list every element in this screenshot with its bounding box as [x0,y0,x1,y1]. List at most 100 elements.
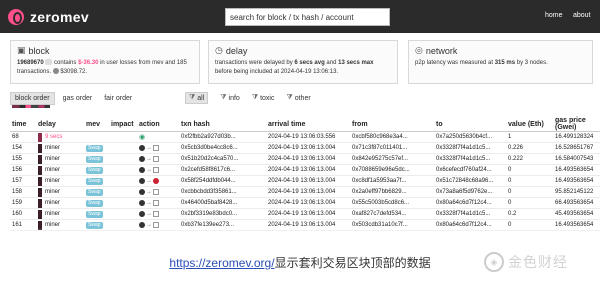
cell-time: 158 [10,186,36,198]
col-txn-hash[interactable]: txn hash [179,117,266,132]
mev-badge[interactable]: Swap [86,144,103,152]
tab-fair-order[interactable]: fair order [100,93,136,104]
cell-to[interactable]: 0x3328f7f4a1d1c5... [434,208,506,220]
col-to[interactable]: to [434,117,506,132]
cell-mev: Swap [84,142,109,154]
token-in-icon [139,189,145,195]
mev-badge[interactable]: Swap [86,199,103,207]
cell-to[interactable]: 0x80a64c6d7f12c4... [434,197,506,209]
col-mev[interactable]: mev [84,117,109,132]
col-value[interactable]: value (Eth) [506,117,553,132]
col-arrival-time[interactable]: arrival time [266,117,350,132]
cell-arrival-time: 2024-04-19 13:06:13.004 [266,175,350,187]
table-row: 159 miner Swap → 0x46400d5baf8428... 2024-04-… [10,197,600,209]
mev-badge[interactable]: Swap [86,155,103,163]
arrow-icon: → [146,178,152,184]
token-out-icon [153,167,159,173]
user-loss-value: $-36.30 [78,60,99,66]
filter-info[interactable]: ⧩ info [220,94,240,102]
cell-from[interactable]: 0xcbf580c968e3a4... [350,131,434,143]
tab-block-order[interactable]: block order [10,92,55,105]
cell-txn-hash[interactable]: 0x51b20d2c4ca570... [179,153,266,165]
nav-home-link[interactable]: home [545,12,563,19]
network-card: ◎ network p2p latency was measured at 31… [408,40,593,84]
table-header-row: time delay mev impact action txn hash ar… [10,117,600,132]
cell-from[interactable]: 0x842e95275c57ef... [350,153,434,165]
logo[interactable]: zeromev [8,8,89,25]
arrow-icon: → [146,156,152,162]
caption-link[interactable]: https://zeromev.org/ [169,256,274,270]
mev-filters: ⧩ all ⧩ info ⧩ toxic ⧩ other [185,92,323,104]
token-out-icon [153,211,159,217]
cell-txn-hash[interactable]: 0xcbbcbdd3f35861... [179,186,266,198]
arrow-icon: → [146,167,152,173]
col-from[interactable]: from [350,117,434,132]
arrow-icon: → [146,145,152,151]
cell-to[interactable]: 0x3328f7f4a1d1c5... [434,153,506,165]
filter-other[interactable]: ⧩ other [286,94,310,102]
col-time[interactable]: time [10,117,36,132]
col-impact[interactable]: impact [109,117,137,132]
cell-action: → [137,175,179,187]
cell-gas-price: 45.493563654 [553,208,600,220]
caption-text: 显示套利交易区块顶部的数据 [274,256,431,270]
col-action[interactable]: action [137,117,179,132]
mev-badge[interactable]: Swap [86,188,103,196]
cell-txn-hash[interactable]: 0xf2fbb2a927d03b... [179,131,266,143]
nav-about-link[interactable]: about [573,12,591,19]
block-number[interactable]: 19689670 [17,60,44,66]
zeromev-logo-icon [8,8,24,25]
cell-from[interactable]: 0x7088659e96e5dc... [350,164,434,176]
table-row: 68 9 secs ◉ 0xf2fbb2a927d03b... 2024-04-19 1… [10,131,600,143]
mev-badge[interactable]: Swap [86,210,103,218]
filter-all[interactable]: ⧩ all [185,92,209,104]
cell-impact [109,186,137,198]
cell-txn-hash[interactable]: 0x46400d5baf8428... [179,197,266,209]
arrow-icon: → [146,200,152,206]
cell-from[interactable]: 0x55c5003b5cd8c6... [350,197,434,209]
cell-from[interactable]: 0xaf827c7defd534... [350,208,434,220]
cell-time: 157 [10,175,36,187]
tab-gas-order[interactable]: gas order [59,93,97,104]
cell-delay: miner [36,153,84,165]
cell-value: 0 [506,186,553,198]
delay-bar [38,143,42,153]
cell-value: 0.226 [506,142,553,154]
watermark-logo-icon: ◈ [484,252,504,272]
transactions-body: 68 9 secs ◉ 0xf2fbb2a927d03b... 2024-04-19 1… [10,131,600,231]
filter-toxic[interactable]: ⧩ toxic [252,94,275,102]
block-delay-strip [12,105,50,108]
cell-txn-hash[interactable]: 0x2cefd58f8617c6... [179,164,266,176]
cell-delay: miner [36,175,84,187]
cell-delay: miner [36,164,84,176]
cell-from[interactable]: 0x71c3f87c011401... [350,142,434,154]
cell-from[interactable]: 0x2a0eff97bb6829... [350,186,434,198]
cell-arrival-time: 2024-04-19 13:06:13.004 [266,186,350,198]
cell-txn-hash[interactable]: 0x2bf3319e83bdc0... [179,208,266,220]
delay-bar [38,198,42,208]
cell-gas-price: 16.528651767 [553,142,600,154]
cell-txn-hash[interactable]: 0x58f254ddfdb044... [179,175,266,187]
col-delay[interactable]: delay [36,117,84,132]
token-in-icon [139,145,145,151]
cell-time: 154 [10,142,36,154]
cell-to[interactable]: 0x3328f7f4a1d1c5... [434,142,506,154]
cell-time: 156 [10,164,36,176]
mev-badge[interactable]: Swap [86,177,103,185]
cell-txn-hash[interactable]: 0x5cb3d0be4cc8c6... [179,142,266,154]
cell-to[interactable]: 0x7a250d5630b4cf... [434,131,506,143]
cell-action: → [137,186,179,198]
token-in-icon [139,200,145,206]
mev-badge[interactable]: Swap [86,166,103,174]
cell-from[interactable]: 0xc8df1a5953aa7f... [350,175,434,187]
cell-to[interactable]: 0x51c72848c68a96... [434,175,506,187]
search-input[interactable] [225,8,390,26]
cell-to[interactable]: 0x73a8a6f5d9762e... [434,186,506,198]
table-fade [0,228,600,238]
cell-mev: Swap [84,186,109,198]
delay-bar [38,187,42,197]
cell-to[interactable]: 0x6cefecdf760af24... [434,164,506,176]
table-row: 160 miner Swap → 0x2bf3319e83bdc0... 2024-04-… [10,208,600,220]
col-gas-price[interactable]: gas price (Gwei) [553,117,600,132]
network-card-title: network [425,45,458,56]
